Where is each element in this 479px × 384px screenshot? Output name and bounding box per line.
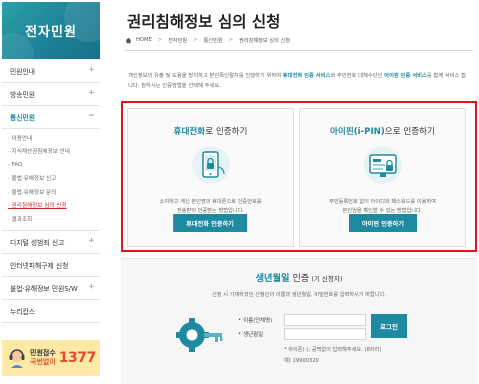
submenu-item-faq[interactable]: · FAQ — [8, 158, 100, 172]
expand-icon: + — [88, 65, 94, 75]
birth-auth-desc: 신청 시 기재하셨던 신청인의 이름과 생년월일, 비밀번호를 입력하시기 바랍… — [212, 292, 386, 298]
submenu-item-rights-review[interactable]: · 권리침해정보 심의 신청 — [8, 199, 100, 213]
intro-text: 개인정보의 유출 및 도용을 방지하고 본인확인절차를 진행하기 위하여 휴대전… — [128, 72, 468, 91]
birth-title-highlight: 생년월일 — [255, 273, 290, 284]
breadcrumb-separator: > — [193, 37, 198, 43]
name-label-text: 이름(단체명) — [243, 318, 273, 324]
expand-icon: + — [88, 235, 94, 246]
name-field-label: • 이름(단체명) — [238, 314, 272, 326]
login-button[interactable]: 로그인 — [371, 314, 407, 338]
submenu-item-ip-info[interactable]: · 지식재산권침해정보 안내 — [8, 145, 100, 159]
required-marker: • — [238, 331, 242, 337]
sidebar-item-telecom[interactable]: 통신민원 − — [2, 106, 100, 129]
phone-lock-icon — [191, 146, 230, 184]
sidebar-item-label: 민원안내 — [10, 68, 36, 76]
sidebar-item-digital-crime[interactable]: 디지털 성범죄 신고 + — [2, 231, 100, 254]
breadcrumb-current: 권리침해정보 심의 신청 — [239, 37, 291, 44]
sidebar-item-label: 디지털 성범죄 신고 — [10, 238, 65, 247]
sidebar-item-label: 인터넷피해구제 신청 — [10, 261, 69, 270]
sidebar-item-label: 방송민원 — [10, 91, 36, 99]
sidebar-item-nuricops[interactable]: 누리캅스 — [2, 300, 100, 323]
submenu-item-report[interactable]: · 불법·유해정보 신고 — [8, 172, 100, 186]
birthdate-field-label: • 생년월일 — [238, 328, 263, 340]
sidebar-item-damage-relief[interactable]: 인터넷피해구제 신청 — [2, 254, 100, 277]
key-gear-icon — [176, 318, 223, 352]
phone-card-title: 휴대전화로 인증하기 — [128, 125, 293, 137]
hotline-number: 1377 — [58, 350, 96, 366]
breadcrumb-item[interactable]: 통신민원 — [204, 37, 223, 44]
collapse-icon: − — [88, 111, 94, 121]
phone-auth-button[interactable]: 휴대전화 인증하기 — [173, 214, 247, 232]
hotline-line2: 국번없이 — [30, 358, 56, 366]
card-desc-line: 주민등록번호 없이 아이디와 패스워드를 이용하여 — [329, 199, 436, 205]
breadcrumb: HOME > 전자민원 > 통신민원 > 권리침해정보 심의 신청 — [125, 34, 290, 46]
sidebar: 전자민원 민원안내 + 방송민원 + 통신민원 − · 이용안내 · 지식재산권… — [0, 0, 106, 384]
ipin-lock-icon — [363, 146, 402, 184]
breadcrumb-home[interactable]: HOME — [136, 37, 152, 43]
birthdate-label-text: 생년월일 — [243, 332, 264, 338]
home-icon — [125, 37, 132, 43]
hotline-text: 민원접수 국번없이 — [30, 349, 56, 367]
expand-icon: + — [88, 281, 94, 292]
sidebar-item-label: 불법·유해정보 민원S/W — [10, 284, 78, 293]
sidebar-item-guide[interactable]: 민원안내 + — [2, 60, 100, 83]
sidebar-item-software[interactable]: 불법·유해정보 민원S/W + — [2, 277, 100, 300]
birth-auth-title: 생년월일 인증 (기 신청자) — [121, 270, 477, 284]
birthdate-example: 예) 19900320 — [284, 358, 319, 364]
card-title-rest: 로 인증하기 — [205, 127, 248, 137]
required-marker: • — [238, 317, 242, 323]
breadcrumb-item[interactable]: 전자민원 — [168, 37, 187, 44]
breadcrumb-separator: > — [157, 37, 163, 43]
sidebar-submenu: · 이용안내 · 지식재산권침해정보 안내 · FAQ · 불법·유해정보 신고… — [2, 129, 100, 231]
birth-title-sub: (기 신청자) — [309, 275, 343, 283]
sidebar-nav: 민원안내 + 방송민원 + 통신민원 − · 이용안내 · 지식재산권침해정보 … — [2, 60, 100, 323]
breadcrumb-separator: > — [228, 37, 234, 43]
hotline-line1: 민원접수 — [30, 349, 56, 357]
sidebar-brand[interactable]: 전자민원 — [2, 2, 100, 59]
sidebar-item-broadcast[interactable]: 방송민원 + — [2, 83, 100, 106]
submenu-item-usage[interactable]: · 이용안내 — [8, 131, 100, 145]
expand-icon: + — [88, 88, 94, 98]
page-title: 권리침해정보 심의 신청 — [127, 13, 281, 31]
intro-part: 개인정보의 유출 및 도용을 방지하고 본인확인절차를 진행하기 위하여 — [128, 73, 283, 79]
birthdate-input[interactable] — [284, 328, 366, 340]
sidebar-item-label: 통신민원 — [10, 114, 36, 122]
hotline-banner[interactable]: 민원접수 국번없이 1377 — [2, 340, 100, 376]
ipin-card-title: 아이핀(i-PIN)으로 인증하기 — [300, 125, 465, 137]
birth-title-rest: 인증 — [289, 273, 310, 284]
sidebar-brand-title: 전자민원 — [25, 25, 77, 40]
card-title-highlight: 아이핀(i-PIN) — [330, 127, 385, 137]
title-divider — [125, 50, 473, 51]
sidebar-item-label: 누리캅스 — [10, 307, 36, 316]
intro-part: 와 주민번호 대체수단인 — [330, 73, 385, 79]
intro-highlight: 아이핀 인증 서비스 — [384, 73, 427, 79]
card-desc-line: 소지하고 계신 본인명의 휴대폰으로 인증번호를 — [159, 199, 262, 205]
card-title-rest: 으로 인증하기 — [384, 127, 435, 137]
headset-icon — [8, 347, 26, 369]
ipin-auth-button[interactable]: 아이핀 인증하기 — [348, 214, 418, 232]
card-title-highlight: 휴대전화 — [173, 127, 206, 137]
submenu-item-inquiry[interactable]: · 불법·유해정보 문의 — [8, 185, 100, 199]
birthdate-format-note: * 하이픈(-), 공백없이 입력해주세요. (8자리) — [284, 347, 382, 353]
intro-highlight: 휴대전화 인증 서비스 — [282, 73, 331, 79]
name-input[interactable] — [284, 314, 366, 326]
submenu-item-results[interactable]: · 결과조회 — [8, 212, 100, 226]
